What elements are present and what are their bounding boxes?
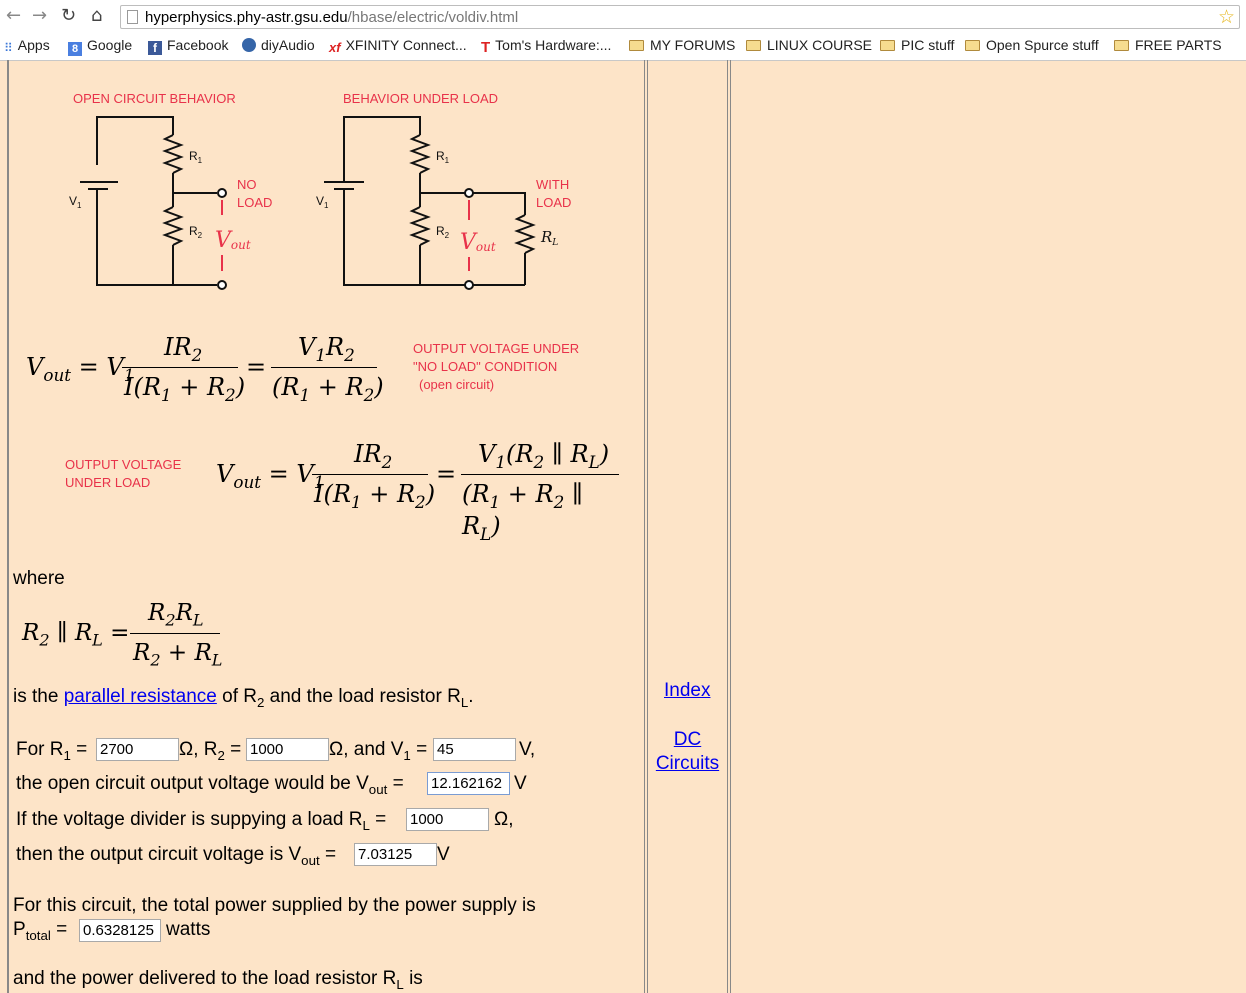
svg-text:R2: R2 xyxy=(189,224,203,240)
v1-input[interactable]: 45 xyxy=(433,738,516,761)
bookmark-my-forums[interactable]: MY FORUMS xyxy=(629,37,735,53)
folder-icon xyxy=(629,40,644,51)
page-icon xyxy=(127,10,138,24)
toms-hardware-icon: T xyxy=(481,39,491,56)
load-vout-label: then the output circuit voltage is Vout … xyxy=(16,844,337,868)
folder-icon xyxy=(965,40,980,51)
bookmark-toms-hardware[interactable]: T Tom's Hardware:... xyxy=(481,37,611,56)
ptotal-label: Ptotal = xyxy=(13,919,68,943)
frame-border-right[interactable] xyxy=(727,60,731,993)
open-vout-label: the open circuit output voltage would be… xyxy=(16,773,404,797)
parallel-resistance-link[interactable]: parallel resistance xyxy=(64,686,217,707)
browser-chrome: ← → ↻ ⌂ hyperphysics.phy-astr.gsu.edu/hb… xyxy=(0,0,1246,61)
folder-icon xyxy=(1114,40,1129,51)
ohm-unit-label: Ω, xyxy=(494,809,514,830)
vout-open-output[interactable]: 12.162162 xyxy=(427,772,510,795)
rl-input[interactable]: 1000 xyxy=(406,808,489,831)
bookmark-linux-course[interactable]: LINUX COURSE xyxy=(746,37,872,53)
load-formula-note-2: UNDER LOAD xyxy=(65,475,151,490)
reload-icon[interactable]: ↻ xyxy=(61,6,76,26)
folder-icon xyxy=(880,40,895,51)
bookmarks-bar: ⠿ Apps 8 Google f Facebook diyAudio xf XFINI… xyxy=(0,34,1246,58)
load-rl-label: If the voltage divider is suppying a loa… xyxy=(16,809,387,833)
address-bar[interactable]: hyperphysics.phy-astr.gsu.edu/hbase/elec… xyxy=(120,5,1240,29)
voltage-divider-circuit-diagrams: R1 R2 V1 R1 R2 V1 RL Vout Vout xyxy=(69,116,558,290)
bookmark-google[interactable]: 8 Google xyxy=(68,37,132,56)
bookmark-xfinity[interactable]: xf XFINITY Connect... xyxy=(329,37,467,55)
bookmark-facebook[interactable]: f Facebook xyxy=(148,37,228,55)
forward-arrow-icon[interactable]: → xyxy=(32,6,47,26)
where-text: where xyxy=(13,568,65,589)
back-arrow-icon[interactable]: ← xyxy=(6,6,21,26)
svg-text:V1: V1 xyxy=(69,194,82,210)
svg-text:R1: R1 xyxy=(189,149,203,165)
frame-border-middle[interactable] xyxy=(644,60,648,993)
r1-label: For R1 = xyxy=(16,739,88,763)
watts-label: watts xyxy=(166,919,211,940)
v-unit-label: V, xyxy=(519,739,536,760)
open-circuit-formula: Vout = V1 IR2 I(R1 + R2) = V1R2 (R1 + R2… xyxy=(26,333,384,405)
power-sentence: For this circuit, the total power suppli… xyxy=(13,895,536,916)
diyaudio-icon xyxy=(242,38,256,52)
load-formula-note-1: OUTPUT VOLTAGE xyxy=(65,457,182,472)
bookmark-open-spurce-stuff[interactable]: Open Spurce stuff xyxy=(965,37,1099,53)
xfinity-icon: xf xyxy=(329,40,341,55)
url-text[interactable]: hyperphysics.phy-astr.gsu.edu/hbase/elec… xyxy=(145,9,518,26)
no-load-label-1: NO xyxy=(237,177,257,192)
open-formula-note-3: (open circuit) xyxy=(419,377,495,392)
home-icon[interactable]: ⌂ xyxy=(91,6,102,26)
r2-label: Ω, R2 = xyxy=(179,739,242,763)
svg-text:R2: R2 xyxy=(436,224,450,240)
bookmark-apps[interactable]: ⠿ Apps xyxy=(4,37,50,55)
folder-icon xyxy=(746,40,761,51)
no-load-label-2: LOAD xyxy=(237,195,273,210)
bookmark-diyaudio[interactable]: diyAudio xyxy=(242,37,315,53)
v-unit-label-2: V xyxy=(514,773,527,794)
svg-text:R1: R1 xyxy=(436,149,450,165)
svg-text:Vout: Vout xyxy=(460,230,496,255)
bookmark-pic-stuff[interactable]: PIC stuff xyxy=(880,37,954,53)
svg-text:V1: V1 xyxy=(316,194,329,210)
ptotal-output[interactable]: 0.6328125 xyxy=(79,919,161,942)
under-load-formula: Vout = V1 IR2 I(R1 + R2) = V1(R2 ∥ RL) (… xyxy=(216,440,626,544)
open-formula-note-1: OUTPUT VOLTAGE UNDER xyxy=(413,341,580,356)
open-circuit-title: OPEN CIRCUIT BEHAVIOR xyxy=(73,91,236,106)
google-icon: 8 xyxy=(68,42,82,56)
v1-label: Ω, and V1 = xyxy=(329,739,428,763)
parallel-sentence: is the parallel resistance of R2 and the… xyxy=(13,686,474,710)
bookmark-star-icon[interactable]: ☆ xyxy=(1218,6,1235,29)
with-load-label-2: LOAD xyxy=(536,195,572,210)
apps-grid-icon: ⠿ xyxy=(4,41,13,55)
with-load-label-1: WITH xyxy=(536,177,570,192)
v-unit-label-3: V xyxy=(437,844,450,865)
facebook-icon: f xyxy=(148,41,162,55)
svg-text:RL: RL xyxy=(540,228,558,248)
under-load-title: BEHAVIOR UNDER LOAD xyxy=(343,91,499,106)
parallel-resistance-formula: R2 ∥ RL = R2RL R2 + RL xyxy=(22,600,223,670)
frame-border-left xyxy=(7,60,9,993)
delivered-sentence: and the power delivered to the load resi… xyxy=(13,968,423,992)
index-link[interactable]: Index xyxy=(664,680,710,702)
open-formula-note-2: "NO LOAD" CONDITION xyxy=(413,359,558,374)
bookmark-free-parts[interactable]: FREE PARTS xyxy=(1114,37,1222,53)
vout-load-output[interactable]: 7.03125 xyxy=(354,843,437,866)
dc-circuits-link[interactable]: DC Circuits xyxy=(654,728,721,776)
svg-text:Vout: Vout xyxy=(215,228,251,253)
r1-input[interactable]: 2700 xyxy=(96,738,179,761)
r2-input[interactable]: 1000 xyxy=(246,738,329,761)
